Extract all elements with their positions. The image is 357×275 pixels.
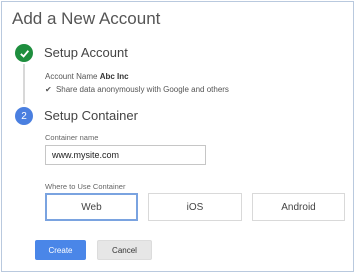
platform-ios-option[interactable]: iOS — [148, 193, 242, 221]
account-name-value: Abc Inc — [99, 72, 129, 81]
account-name-line: Account Name Abc Inc — [45, 72, 129, 81]
step1-title: Setup Account — [44, 45, 128, 60]
container-name-label: Container name — [45, 133, 99, 142]
platform-web-option[interactable]: Web — [45, 193, 138, 221]
add-account-panel: Add a New Account Setup Account Account … — [1, 1, 354, 272]
share-data-text: Share data anonymously with Google and o… — [55, 85, 229, 94]
step-complete-check-icon — [15, 44, 33, 62]
page-title: Add a New Account — [12, 9, 161, 28]
create-button[interactable]: Create — [35, 240, 86, 260]
platform-android-option[interactable]: Android — [252, 193, 345, 221]
check-icon: ✔ — [45, 85, 52, 94]
cancel-button[interactable]: Cancel — [97, 240, 152, 260]
step-connector — [23, 64, 25, 104]
step2-badge: 2 — [15, 107, 33, 125]
step2-title: Setup Container — [44, 108, 138, 123]
check-icon — [19, 49, 29, 58]
account-name-label: Account Name — [45, 72, 98, 81]
share-data-line: ✔ Share data anonymously with Google and… — [45, 85, 229, 94]
container-name-input[interactable] — [45, 145, 206, 165]
where-to-use-label: Where to Use Container — [45, 182, 126, 191]
